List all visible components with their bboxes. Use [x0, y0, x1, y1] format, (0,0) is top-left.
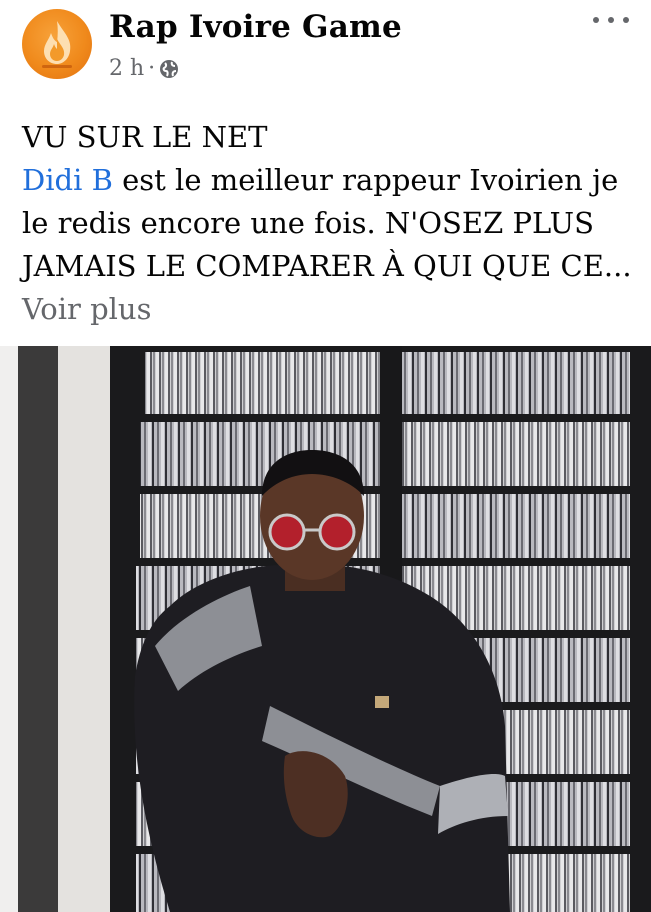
post-text: VU SUR LE NET Didi B est le meilleur rap… — [22, 116, 632, 331]
page-name[interactable]: Rap Ivoire Game — [109, 9, 402, 45]
post-meta: 2 h · — [109, 56, 179, 81]
post-text-line1: VU SUR LE NET — [22, 120, 268, 154]
see-more-link[interactable]: Voir plus — [22, 292, 152, 326]
post-text-body: est le meilleur rappeur Ivoirien je le r… — [22, 163, 632, 283]
post-time[interactable]: 2 h — [109, 56, 144, 81]
more-dots-icon — [593, 17, 599, 23]
flame-logo-icon — [42, 21, 72, 68]
meta-separator: · — [148, 56, 156, 81]
mention-link[interactable]: Didi B — [22, 163, 113, 197]
globe-icon — [160, 59, 179, 78]
post-photo[interactable] — [0, 346, 651, 912]
page-avatar[interactable] — [22, 9, 92, 79]
photo-illustration — [0, 346, 651, 912]
facebook-post: Rap Ivoire Game 2 h · VU SUR LE NET Didi… — [0, 0, 651, 912]
more-options-button[interactable] — [593, 12, 629, 28]
